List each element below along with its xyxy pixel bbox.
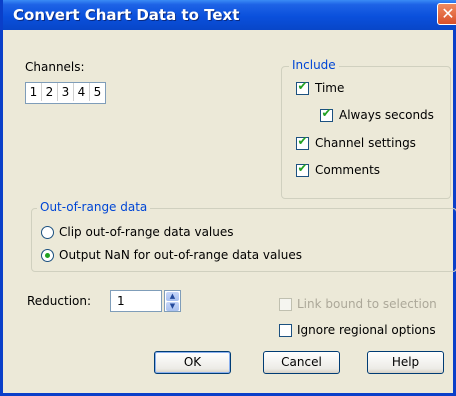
channels-label: Channels: (25, 60, 85, 74)
channel-2[interactable]: 2 (42, 83, 58, 101)
time-label[interactable]: Time (315, 81, 344, 95)
reduction-input[interactable]: 1 (110, 290, 162, 312)
reduction-spinner[interactable]: ▲ ▼ (164, 290, 181, 312)
out-of-range-group-title: Out-of-range data (37, 200, 151, 214)
comments-checkbox[interactable]: ✔ (296, 161, 309, 177)
spin-down-icon[interactable]: ▼ (166, 302, 179, 311)
close-icon: ✕ (441, 4, 455, 23)
check-icon: ✔ (297, 134, 308, 148)
cancel-button[interactable]: Cancel (263, 351, 340, 374)
always-seconds-label[interactable]: Always seconds (339, 108, 434, 122)
clip-radio[interactable] (41, 226, 54, 239)
link-bound-label: Link bound to selection (297, 297, 437, 311)
radio-selected-dot (45, 253, 50, 258)
close-button[interactable]: ✕ (437, 3, 456, 25)
channel-settings-label[interactable]: Channel settings (315, 136, 416, 150)
comments-label[interactable]: Comments (315, 163, 380, 177)
channel-settings-checkbox[interactable]: ✔ (296, 134, 309, 150)
always-seconds-checkbox[interactable]: ✔ (320, 106, 333, 122)
channel-4[interactable]: 4 (74, 83, 90, 101)
out-of-range-group (31, 208, 456, 272)
channels-selector: 1 2 3 4 5 (25, 82, 106, 104)
time-checkbox[interactable]: ✔ (296, 79, 309, 95)
check-icon: ✔ (321, 106, 332, 120)
help-button[interactable]: Help (367, 351, 444, 374)
title-bar[interactable]: Convert Chart Data to Text ✕ (3, 0, 456, 30)
output-nan-label[interactable]: Output NaN for out-of-range data values (59, 248, 302, 262)
include-group-title: Include (289, 58, 339, 72)
dialog-window: Convert Chart Data to Text ✕ Channels: 1… (0, 0, 456, 396)
ok-button[interactable]: OK (154, 351, 231, 374)
ok-button-label: OK (183, 355, 202, 369)
spin-up-icon[interactable]: ▲ (166, 292, 179, 301)
ignore-regional-label[interactable]: Ignore regional options (297, 323, 436, 337)
check-icon: ✔ (297, 79, 308, 93)
output-nan-radio[interactable] (41, 249, 54, 262)
help-button-label: Help (391, 355, 420, 369)
channel-3[interactable]: 3 (58, 83, 74, 101)
cancel-button-label: Cancel (281, 355, 322, 369)
reduction-label: Reduction: (27, 294, 92, 308)
ignore-regional-checkbox[interactable] (279, 324, 292, 337)
clip-label[interactable]: Clip out-of-range data values (59, 225, 234, 239)
channel-5[interactable]: 5 (90, 83, 105, 101)
check-icon: ✔ (297, 161, 308, 175)
channel-1[interactable]: 1 (26, 83, 42, 101)
dialog-title: Convert Chart Data to Text (13, 6, 240, 24)
link-bound-checkbox (279, 298, 292, 311)
